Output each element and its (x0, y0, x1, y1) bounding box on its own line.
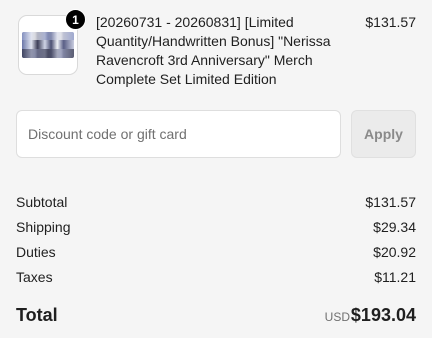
currency-code: USD (324, 310, 350, 324)
quantity-badge: 1 (65, 9, 86, 30)
duties-label: Duties (16, 244, 56, 260)
taxes-label: Taxes (16, 269, 53, 285)
discount-code-input[interactable] (16, 110, 341, 158)
total-row: Total USD $193.04 (16, 303, 416, 327)
order-line-item: 1 [20260731 - 20260831] [Limited Quantit… (16, 9, 416, 93)
subtotal-value: $131.57 (365, 194, 416, 210)
product-price: $131.57 (365, 14, 416, 30)
subtotal-label: Subtotal (16, 194, 68, 210)
taxes-row: Taxes $11.21 (16, 267, 416, 287)
product-image (22, 32, 74, 58)
apply-discount-button[interactable]: Apply (351, 110, 416, 158)
total-label: Total (16, 305, 58, 325)
duties-row: Duties $20.92 (16, 242, 416, 262)
product-title: [20260731 - 20260831] [Limited Quantity/… (96, 14, 331, 87)
shipping-row: Shipping $29.34 (16, 217, 416, 237)
shipping-value: $29.34 (373, 219, 416, 235)
total-amount: $193.04 (350, 305, 416, 325)
duties-value: $20.92 (373, 244, 416, 260)
shipping-label: Shipping (16, 219, 71, 235)
taxes-value: $11.21 (374, 269, 416, 285)
subtotal-row: Subtotal $131.57 (16, 192, 416, 212)
